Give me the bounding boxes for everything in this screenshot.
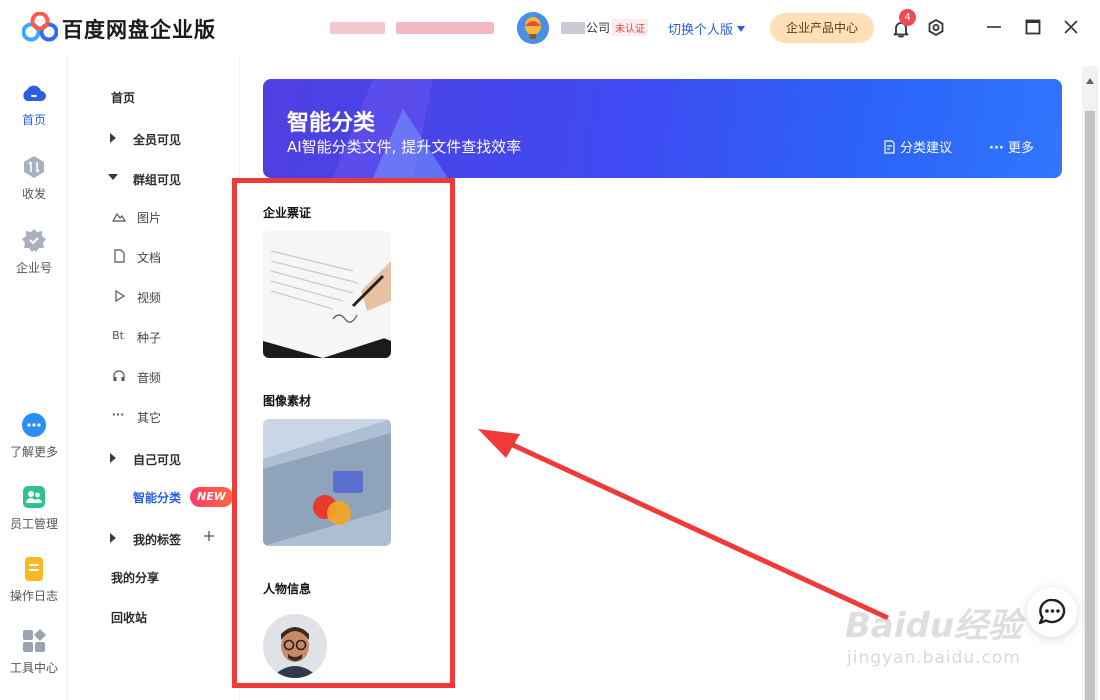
nav-item-videos[interactable]: 视频 [137, 289, 161, 306]
redacted-org [561, 22, 585, 34]
enterprise-icon [22, 229, 46, 252]
left-rail: 首页 收发 企业号 了解更多 员工管理 操作日志 工具中心 [0, 56, 68, 700]
nav-item-group-visible[interactable]: 群组可见 [133, 171, 181, 188]
nav-item-recycle[interactable]: 回收站 [111, 609, 147, 626]
nav-item-home[interactable]: 首页 [111, 89, 135, 106]
nav-item-my-share[interactable]: 我的分享 [111, 569, 159, 586]
minimize-icon[interactable] [983, 16, 1005, 38]
redacted-field [396, 22, 494, 34]
banner-title: 智能分类 [287, 111, 376, 136]
scrollbar[interactable] [1082, 66, 1098, 700]
app-title: 百度网盘企业版 [62, 18, 216, 42]
nav-item-images[interactable]: 图片 [137, 209, 161, 226]
title-bar: 百度网盘企业版 公司 未认证 切换个人版 企业产品中心 4 [0, 0, 1100, 56]
new-badge: NEW [190, 487, 233, 507]
torrent-icon: Bt [112, 329, 124, 342]
redacted-field [330, 22, 385, 34]
settings-icon[interactable] [926, 18, 946, 38]
more-icon [22, 413, 46, 437]
nav-item-other[interactable]: 其它 [137, 409, 161, 426]
unverified-badge[interactable]: 未认证 [612, 19, 648, 36]
org-name: 公司 [586, 21, 611, 35]
cloud-icon [23, 85, 46, 101]
rail-item-home[interactable]: 首页 [0, 80, 68, 128]
rail-label: 操作日志 [9, 589, 58, 603]
caret-down-icon[interactable] [108, 174, 118, 180]
add-tag-icon[interactable] [203, 530, 215, 542]
switch-label: 切换个人版 [668, 23, 734, 38]
rail-label: 了解更多 [9, 445, 58, 459]
nav-item-smart-category[interactable]: 智能分类 [133, 489, 181, 506]
caret-right-icon[interactable] [110, 133, 116, 143]
scroll-thumb[interactable] [1085, 111, 1095, 700]
nav-item-audio[interactable]: 音频 [137, 369, 161, 386]
banner-subtitle: AI智能分类文件, 提升文件查找效率 [287, 138, 522, 156]
rail-label: 工具中心 [9, 661, 58, 675]
notification-badge: 4 [899, 9, 916, 26]
chat-button[interactable] [1027, 587, 1077, 637]
suggest-icon [884, 140, 895, 154]
nav-item-my-tags[interactable]: 我的标签 [133, 531, 181, 548]
audio-icon [113, 370, 125, 381]
caret-right-icon[interactable] [110, 453, 116, 463]
scroll-up-icon[interactable] [1086, 78, 1094, 84]
nav-item-all-visible[interactable]: 全员可见 [133, 131, 181, 148]
suggest-button[interactable]: 分类建议 [883, 137, 952, 156]
log-icon [25, 557, 43, 581]
close-icon[interactable] [1060, 16, 1082, 38]
suggest-label: 分类建议 [900, 141, 953, 156]
watermark-url: jingyan.baidu.com [847, 648, 1021, 668]
baidu-netdisk-logo-icon [22, 12, 58, 42]
rail-label: 企业号 [15, 261, 52, 275]
rail-item-tools[interactable]: 工具中心 [0, 628, 68, 676]
rail-item-enterprise[interactable]: 企业号 [0, 228, 68, 276]
rail-item-staff[interactable]: 员工管理 [0, 484, 68, 532]
transfer-icon [24, 156, 44, 178]
video-icon [115, 289, 126, 303]
staff-icon [23, 486, 45, 508]
tools-icon [23, 629, 46, 652]
rail-item-log[interactable]: 操作日志 [0, 556, 68, 604]
category-nav: 首页 全员可见 群组可见 图片 文档 视频 Bt 种子 音频 ··· 其它 自己… [68, 56, 240, 700]
rail-label: 收发 [21, 187, 46, 201]
nav-item-self-visible[interactable]: 自己可见 [133, 451, 181, 468]
rail-item-transfer[interactable]: 收发 [0, 154, 68, 202]
smart-category-banner: 智能分类 AI智能分类文件, 提升文件查找效率 分类建议 ··· 更多 [263, 79, 1062, 178]
watermark-logo: Baidu经验 [845, 606, 1023, 646]
image-icon [112, 212, 126, 222]
product-center-button[interactable]: 企业产品中心 [770, 13, 874, 43]
doc-icon [114, 249, 125, 263]
highlight-box [232, 178, 455, 688]
more-dots-icon: ··· [989, 141, 1004, 156]
more-button[interactable]: ··· 更多 [989, 137, 1034, 156]
other-icon: ··· [111, 408, 125, 421]
chevron-down-icon [737, 26, 746, 32]
maximize-icon[interactable] [1022, 16, 1044, 38]
rail-label: 员工管理 [9, 517, 58, 531]
switch-personal-button[interactable]: 切换个人版 [668, 19, 746, 38]
more-label: 更多 [1007, 141, 1034, 156]
chat-icon [1038, 598, 1066, 625]
nav-item-torrents[interactable]: 种子 [137, 329, 161, 346]
caret-right-icon[interactable] [110, 533, 116, 543]
rail-label: 首页 [21, 113, 46, 127]
avatar[interactable] [517, 12, 549, 44]
banner-decoration [333, 79, 448, 178]
rail-item-more[interactable]: 了解更多 [0, 412, 68, 460]
nav-item-docs[interactable]: 文档 [137, 249, 161, 266]
